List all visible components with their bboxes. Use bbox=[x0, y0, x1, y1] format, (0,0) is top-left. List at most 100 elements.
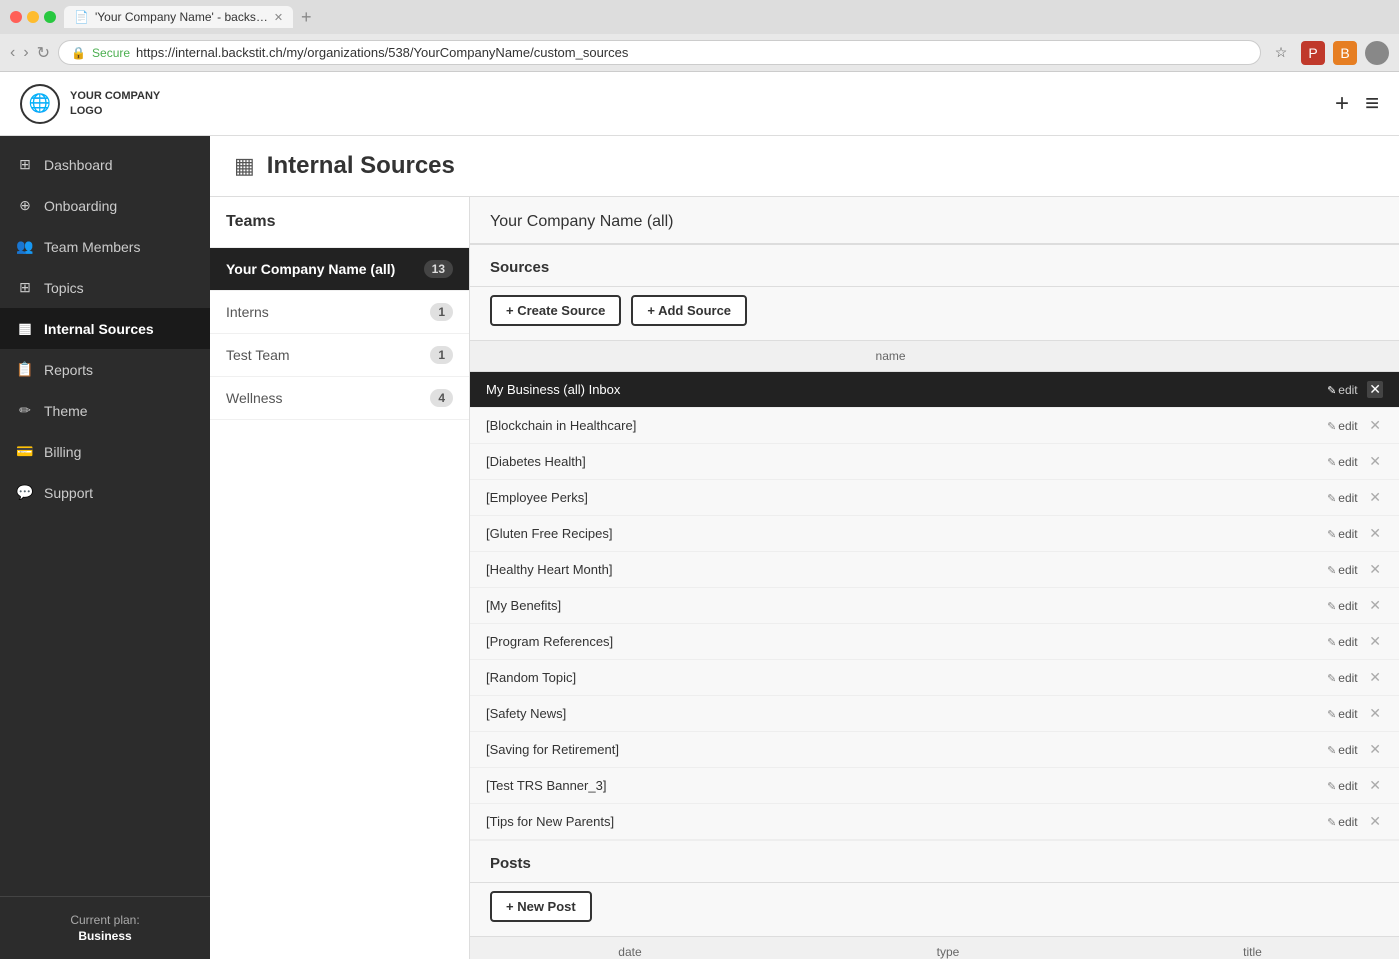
tab-close-btn[interactable]: ✕ bbox=[274, 11, 283, 24]
sidebar-item-reports[interactable]: 📋 Reports bbox=[0, 349, 210, 390]
source-actions: ✎edit ✕ bbox=[1311, 372, 1399, 408]
delete-btn[interactable]: ✕ bbox=[1367, 741, 1383, 758]
team-item-test-team[interactable]: Test Team 1 bbox=[210, 334, 469, 377]
team-item-interns[interactable]: Interns 1 bbox=[210, 291, 469, 334]
user-avatar[interactable] bbox=[1365, 41, 1389, 65]
table-row[interactable]: [Employee Perks] ✎edit ✕ bbox=[470, 480, 1399, 516]
tab-icon: 📄 bbox=[74, 10, 89, 24]
delete-btn[interactable]: ✕ bbox=[1367, 525, 1383, 542]
bookmark-btn[interactable]: ☆ bbox=[1269, 41, 1293, 65]
new-post-btn[interactable]: + New Post bbox=[490, 891, 592, 922]
source-name: [My Benefits] bbox=[470, 588, 1311, 624]
browser-url-bar[interactable]: 🔒 Secure https://internal.backstit.ch/my… bbox=[58, 40, 1261, 65]
sidebar-item-theme[interactable]: ✏ Theme bbox=[0, 390, 210, 431]
posts-table-header-date: date bbox=[470, 937, 790, 959]
sources-table-header-name: name bbox=[470, 341, 1311, 372]
edit-link[interactable]: edit bbox=[1338, 815, 1357, 829]
sidebar: ⊞ Dashboard ⊕ Onboarding 👥 Team Members … bbox=[0, 136, 210, 959]
source-actions: ✎edit ✕ bbox=[1311, 624, 1399, 660]
edit-link[interactable]: edit bbox=[1338, 779, 1357, 793]
delete-btn[interactable]: ✕ bbox=[1367, 417, 1383, 434]
browser-titlebar: 📄 'Your Company Name' - backs… ✕ + bbox=[0, 0, 1399, 34]
app-logo: 🌐 YOUR COMPANY LOGO bbox=[20, 84, 160, 124]
browser-refresh-btn[interactable]: ↻ bbox=[37, 43, 50, 63]
team-name-all: Your Company Name (all) bbox=[226, 261, 395, 277]
browser-close-dot[interactable] bbox=[10, 11, 22, 23]
table-row[interactable]: [Test TRS Banner_3] ✎edit ✕ bbox=[470, 768, 1399, 804]
team-item-all[interactable]: Your Company Name (all) 13 bbox=[210, 248, 469, 291]
topics-icon: ⊞ bbox=[16, 279, 34, 296]
add-source-btn[interactable]: + Add Source bbox=[631, 295, 747, 326]
sidebar-item-internal-sources[interactable]: ▦ Internal Sources bbox=[0, 308, 210, 349]
edit-link[interactable]: edit bbox=[1338, 419, 1357, 433]
app-body: ⊞ Dashboard ⊕ Onboarding 👥 Team Members … bbox=[0, 136, 1399, 959]
create-source-btn[interactable]: + Create Source bbox=[490, 295, 621, 326]
source-name: [Saving for Retirement] bbox=[470, 732, 1311, 768]
delete-btn[interactable]: ✕ bbox=[1367, 705, 1383, 722]
new-tab-btn[interactable]: + bbox=[301, 7, 312, 28]
browser-back-btn[interactable]: ‹ bbox=[10, 44, 15, 62]
delete-btn[interactable]: ✕ bbox=[1367, 669, 1383, 686]
source-name: [Employee Perks] bbox=[470, 480, 1311, 516]
delete-btn[interactable]: ✕ bbox=[1367, 777, 1383, 794]
edit-link[interactable]: edit bbox=[1338, 635, 1357, 649]
delete-btn[interactable]: ✕ bbox=[1367, 453, 1383, 470]
source-actions: ✎edit ✕ bbox=[1311, 480, 1399, 516]
plan-name: Business bbox=[16, 929, 194, 943]
header-plus-btn[interactable]: + bbox=[1335, 90, 1349, 118]
sidebar-item-dashboard[interactable]: ⊞ Dashboard bbox=[0, 144, 210, 185]
header-menu-btn[interactable]: ≡ bbox=[1365, 90, 1379, 118]
table-row[interactable]: [Gluten Free Recipes] ✎edit ✕ bbox=[470, 516, 1399, 552]
extension-btn-2[interactable]: B bbox=[1333, 41, 1357, 65]
sidebar-item-topics[interactable]: ⊞ Topics bbox=[0, 267, 210, 308]
app-header: 🌐 YOUR COMPANY LOGO + ≡ bbox=[0, 72, 1399, 136]
table-row[interactable]: [Diabetes Health] ✎edit ✕ bbox=[470, 444, 1399, 480]
edit-link[interactable]: edit bbox=[1338, 491, 1357, 505]
delete-btn[interactable]: ✕ bbox=[1367, 381, 1383, 398]
page-header: ▦ Internal Sources bbox=[210, 136, 1399, 197]
delete-btn[interactable]: ✕ bbox=[1367, 597, 1383, 614]
edit-link[interactable]: edit bbox=[1338, 455, 1357, 469]
table-row[interactable]: [Saving for Retirement] ✎edit ✕ bbox=[470, 732, 1399, 768]
delete-btn[interactable]: ✕ bbox=[1367, 633, 1383, 650]
edit-link[interactable]: edit bbox=[1338, 599, 1357, 613]
edit-link[interactable]: edit bbox=[1338, 707, 1357, 721]
edit-link[interactable]: edit bbox=[1338, 527, 1357, 541]
source-name: [Blockchain in Healthcare] bbox=[470, 408, 1311, 444]
delete-btn[interactable]: ✕ bbox=[1367, 489, 1383, 506]
sidebar-item-onboarding[interactable]: ⊕ Onboarding bbox=[0, 185, 210, 226]
edit-icon: ✎ bbox=[1327, 493, 1336, 505]
sidebar-item-support-label: Support bbox=[44, 485, 93, 501]
browser-forward-btn[interactable]: › bbox=[23, 44, 28, 62]
table-row[interactable]: My Business (all) Inbox ✎edit ✕ bbox=[470, 372, 1399, 408]
edit-link[interactable]: edit bbox=[1338, 671, 1357, 685]
table-row[interactable]: [Safety News] ✎edit ✕ bbox=[470, 696, 1399, 732]
security-lock-icon: 🔒 bbox=[71, 46, 86, 60]
onboarding-icon: ⊕ bbox=[16, 197, 34, 214]
table-row[interactable]: [My Benefits] ✎edit ✕ bbox=[470, 588, 1399, 624]
sidebar-item-team-members[interactable]: 👥 Team Members bbox=[0, 226, 210, 267]
browser-maximize-dot[interactable] bbox=[44, 11, 56, 23]
sidebar-item-billing[interactable]: 💳 Billing bbox=[0, 431, 210, 472]
sidebar-item-support[interactable]: 💬 Support bbox=[0, 472, 210, 513]
table-row[interactable]: [Random Topic] ✎edit ✕ bbox=[470, 660, 1399, 696]
team-item-wellness[interactable]: Wellness 4 bbox=[210, 377, 469, 420]
edit-link[interactable]: edit bbox=[1338, 743, 1357, 757]
delete-btn[interactable]: ✕ bbox=[1367, 813, 1383, 830]
theme-icon: ✏ bbox=[16, 402, 34, 419]
table-row[interactable]: [Healthy Heart Month] ✎edit ✕ bbox=[470, 552, 1399, 588]
edit-link[interactable]: edit bbox=[1338, 563, 1357, 577]
table-row[interactable]: [Tips for New Parents] ✎edit ✕ bbox=[470, 804, 1399, 840]
posts-actions: + New Post bbox=[470, 883, 1399, 936]
browser-minimize-dot[interactable] bbox=[27, 11, 39, 23]
team-count-all: 13 bbox=[424, 260, 453, 278]
extension-btn-1[interactable]: P bbox=[1301, 41, 1325, 65]
browser-tab[interactable]: 📄 'Your Company Name' - backs… ✕ bbox=[64, 6, 293, 28]
table-row[interactable]: [Blockchain in Healthcare] ✎edit ✕ bbox=[470, 408, 1399, 444]
edit-icon: ✎ bbox=[1327, 601, 1336, 613]
table-row[interactable]: [Program References] ✎edit ✕ bbox=[470, 624, 1399, 660]
source-name: [Gluten Free Recipes] bbox=[470, 516, 1311, 552]
delete-btn[interactable]: ✕ bbox=[1367, 561, 1383, 578]
edit-link[interactable]: edit bbox=[1338, 383, 1357, 397]
edit-icon: ✎ bbox=[1327, 637, 1336, 649]
